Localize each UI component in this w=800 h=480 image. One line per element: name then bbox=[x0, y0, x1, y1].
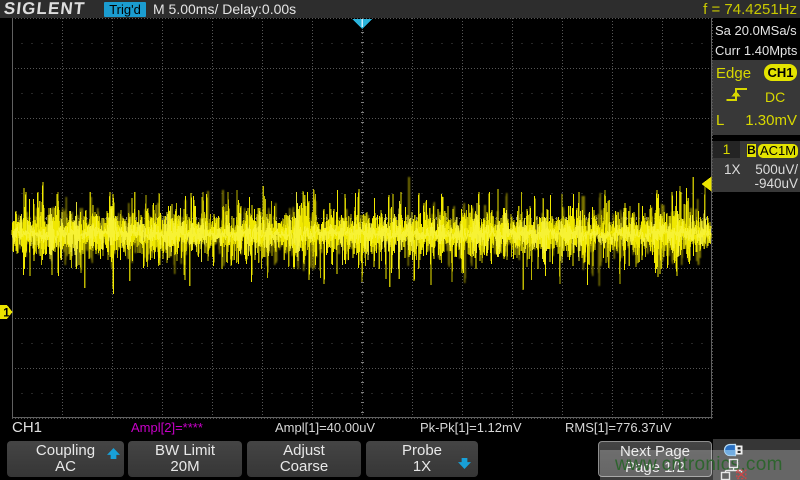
svg-text:1: 1 bbox=[3, 308, 10, 320]
